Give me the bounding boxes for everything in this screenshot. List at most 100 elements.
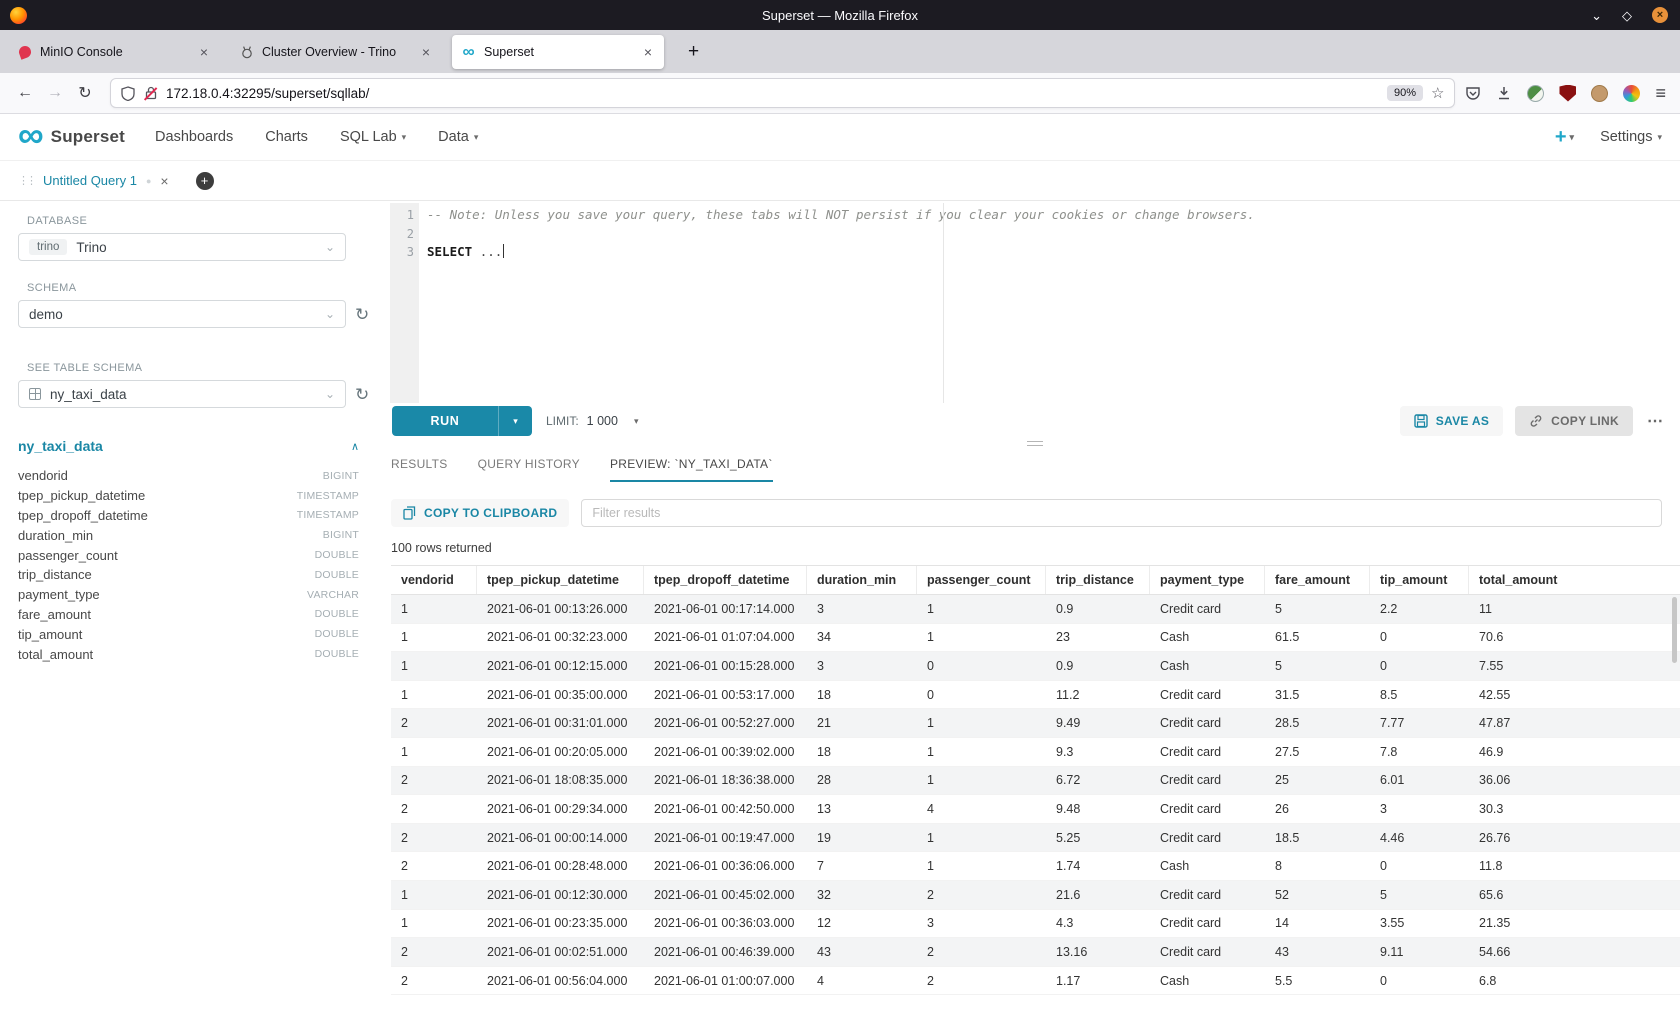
browser-tab-superset[interactable]: ∞ Superset ×	[452, 35, 664, 69]
hamburger-menu-icon[interactable]: ≡	[1655, 83, 1666, 104]
refresh-schema-icon[interactable]: ↻	[355, 306, 369, 323]
tab-close-icon[interactable]: ×	[419, 44, 433, 60]
nav-charts[interactable]: Charts	[265, 129, 308, 145]
cell-payment: Credit card	[1150, 802, 1265, 816]
column-row[interactable]: tpep_dropoff_datetime TIMESTAMP	[18, 506, 359, 526]
browser-tab-trino[interactable]: Cluster Overview - Trino ×	[230, 35, 442, 69]
results-header-cell[interactable]: payment_type	[1150, 566, 1265, 594]
url-text[interactable]: 172.18.0.4:32295/superset/sqllab/	[166, 86, 369, 101]
database-select[interactable]: trino Trino ⌄	[18, 233, 346, 261]
drag-handle-icon[interactable]: ⋮⋮	[18, 174, 34, 187]
copy-to-clipboard-button[interactable]: COPY TO CLIPBOARD	[391, 499, 569, 527]
table-row[interactable]: 1 2021-06-01 00:32:23.000 2021-06-01 01:…	[391, 624, 1680, 653]
url-bar[interactable]: 172.18.0.4:32295/superset/sqllab/ 90% ☆	[110, 78, 1455, 108]
insecure-lock-icon[interactable]	[143, 86, 158, 101]
query-tab-title[interactable]: Untitled Query 1	[43, 173, 137, 188]
results-header-cell[interactable]: tip_amount	[1370, 566, 1469, 594]
table-row[interactable]: 2 2021-06-01 00:00:14.000 2021-06-01 00:…	[391, 824, 1680, 853]
minimize-icon[interactable]: ⌄	[1591, 9, 1602, 22]
results-header-cell[interactable]: duration_min	[807, 566, 917, 594]
collapse-table-icon[interactable]: ∧	[351, 440, 359, 453]
table-row[interactable]: 1 2021-06-01 00:35:00.000 2021-06-01 00:…	[391, 681, 1680, 710]
tab-query-history[interactable]: QUERY HISTORY	[478, 457, 580, 480]
column-row[interactable]: passenger_count DOUBLE	[18, 545, 359, 565]
save-as-button[interactable]: SAVE AS	[1400, 406, 1503, 436]
tab-close-icon[interactable]: ×	[197, 44, 211, 60]
results-header-cell[interactable]: passenger_count	[917, 566, 1046, 594]
results-table-body[interactable]: 1 2021-06-01 00:13:26.000 2021-06-01 00:…	[391, 595, 1680, 1012]
column-name: total_amount	[18, 647, 93, 662]
filter-results-input[interactable]	[581, 499, 1662, 527]
cell-fare: 5.5	[1265, 974, 1370, 988]
add-query-tab-button[interactable]: +	[196, 172, 214, 190]
shield-icon[interactable]	[121, 86, 135, 101]
forward-icon[interactable]: →	[40, 78, 70, 108]
table-row[interactable]: 1 2021-06-01 00:13:26.000 2021-06-01 00:…	[391, 595, 1680, 624]
new-item-button[interactable]: +▾	[1555, 126, 1574, 149]
limit-dropdown[interactable]: LIMIT: 1 000 ▾	[546, 414, 638, 428]
table-row[interactable]: 1 2021-06-01 00:12:15.000 2021-06-01 00:…	[391, 652, 1680, 681]
refresh-table-icon[interactable]: ↻	[355, 386, 369, 403]
table-row[interactable]: 2 2021-06-01 18:08:35.000 2021-06-01 18:…	[391, 767, 1680, 796]
results-header-cell[interactable]: tpep_dropoff_datetime	[644, 566, 807, 594]
code-area[interactable]: -- Note: Unless you save your query, the…	[419, 203, 1680, 403]
column-row[interactable]: duration_min BIGINT	[18, 525, 359, 545]
run-button[interactable]: RUN ▾	[392, 406, 532, 436]
column-row[interactable]: payment_type VARCHAR	[18, 585, 359, 605]
browser-tab-minio[interactable]: MinIO Console ×	[8, 35, 220, 69]
table-row[interactable]: 1 2021-06-01 00:12:30.000 2021-06-01 00:…	[391, 881, 1680, 910]
zoom-indicator[interactable]: 90%	[1387, 85, 1423, 101]
nav-sql-lab[interactable]: SQL Lab▾	[340, 129, 406, 145]
results-scrollbar[interactable]	[1672, 597, 1677, 663]
table-row[interactable]: 2 2021-06-01 00:28:48.000 2021-06-01 00:…	[391, 852, 1680, 881]
copy-link-button[interactable]: COPY LINK	[1515, 406, 1633, 436]
column-row[interactable]: total_amount DOUBLE	[18, 644, 359, 664]
close-window-icon[interactable]: ×	[1652, 7, 1668, 23]
back-icon[interactable]: ←	[10, 78, 40, 108]
table-row[interactable]: 1 2021-06-01 00:23:35.000 2021-06-01 00:…	[391, 910, 1680, 939]
pane-resizer[interactable]	[390, 439, 1680, 449]
chevron-down-icon: ⌄	[325, 241, 335, 253]
table-row[interactable]: 2 2021-06-01 00:29:34.000 2021-06-01 00:…	[391, 795, 1680, 824]
results-header-cell[interactable]: trip_distance	[1046, 566, 1150, 594]
table-select[interactable]: ny_taxi_data ⌄	[18, 380, 346, 408]
reload-icon[interactable]: ↻	[70, 78, 100, 108]
nav-data[interactable]: Data▾	[438, 129, 478, 145]
superset-brand[interactable]: Superset	[51, 127, 125, 147]
maximize-icon[interactable]: ◇	[1622, 9, 1632, 22]
table-row[interactable]: 2 2021-06-01 00:02:51.000 2021-06-01 00:…	[391, 938, 1680, 967]
bookmark-star-icon[interactable]: ☆	[1431, 84, 1444, 102]
results-header-cell[interactable]: fare_amount	[1265, 566, 1370, 594]
cell-total: 36.06	[1469, 773, 1680, 787]
sql-editor[interactable]: 123 -- Note: Unless you save your query,…	[390, 203, 1680, 403]
table-name-heading[interactable]: ny_taxi_data	[18, 438, 103, 454]
column-row[interactable]: tip_amount DOUBLE	[18, 624, 359, 644]
query-tab-close-icon[interactable]: ×	[160, 173, 168, 189]
table-row[interactable]: 1 2021-06-01 00:20:05.000 2021-06-01 00:…	[391, 738, 1680, 767]
table-row[interactable]: 2 2021-06-01 00:56:04.000 2021-06-01 01:…	[391, 967, 1680, 996]
new-tab-button[interactable]: +	[680, 41, 707, 63]
schema-select[interactable]: demo ⌄	[18, 300, 346, 328]
tab-preview[interactable]: PREVIEW: `NY_TAXI_DATA`	[610, 457, 773, 482]
downloads-icon[interactable]	[1496, 85, 1512, 101]
column-row[interactable]: tpep_pickup_datetime TIMESTAMP	[18, 486, 359, 506]
pocket-icon[interactable]	[1465, 85, 1481, 101]
settings-menu[interactable]: Settings▾	[1600, 129, 1662, 145]
column-row[interactable]: fare_amount DOUBLE	[18, 605, 359, 625]
results-header-cell[interactable]: vendorid	[391, 566, 477, 594]
extension-icon[interactable]	[1623, 85, 1640, 102]
table-row[interactable]: 2 2021-06-01 00:31:01.000 2021-06-01 00:…	[391, 709, 1680, 738]
results-header-cell[interactable]: tpep_pickup_datetime	[477, 566, 644, 594]
run-options-caret-icon[interactable]: ▾	[498, 406, 532, 436]
more-options-icon[interactable]: ⋯	[1647, 411, 1664, 431]
column-row[interactable]: vendorid BIGINT	[18, 466, 359, 486]
nav-dashboards[interactable]: Dashboards	[155, 129, 233, 145]
extension-shield-icon[interactable]	[1559, 85, 1576, 102]
query-tab[interactable]: ⋮⋮ Untitled Query 1 ● ×	[18, 173, 169, 189]
column-row[interactable]: trip_distance DOUBLE	[18, 565, 359, 585]
tab-results[interactable]: RESULTS	[391, 457, 448, 480]
results-header-cell[interactable]: total_amount	[1469, 566, 1680, 594]
tab-close-icon[interactable]: ×	[641, 44, 655, 60]
extension-icon[interactable]	[1527, 85, 1544, 102]
extension-icon[interactable]	[1591, 85, 1608, 102]
